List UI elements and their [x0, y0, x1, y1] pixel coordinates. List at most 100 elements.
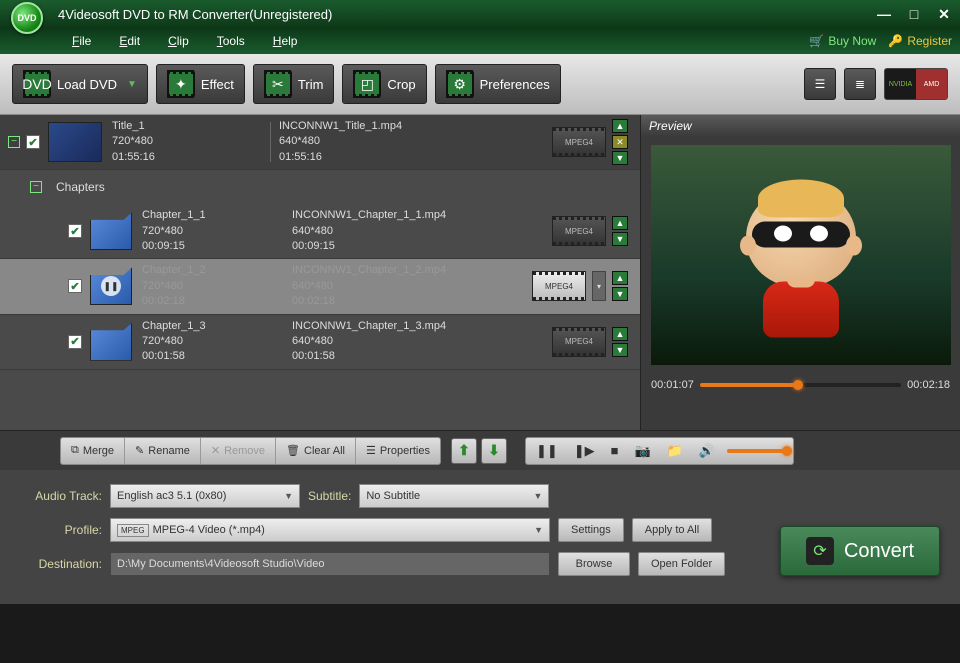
- app-logo: DVD: [8, 0, 46, 28]
- title-info: Title_1 720*480 01:55:16: [112, 119, 262, 165]
- collapse-title-button[interactable]: −: [8, 136, 20, 148]
- refresh-icon: ⟳: [806, 537, 834, 565]
- codec-dropdown[interactable]: ▾: [592, 271, 606, 301]
- merge-button[interactable]: ⧉Merge: [61, 438, 125, 464]
- move-up-button[interactable]: ⬆: [451, 438, 477, 464]
- destination-label: Destination:: [14, 557, 102, 571]
- codec-badge[interactable]: MPEG4: [552, 327, 606, 357]
- content-area: − ✔ Title_1 720*480 01:55:16 INCONNW1_Ti…: [0, 115, 960, 430]
- amd-badge: AMD: [916, 69, 947, 99]
- pause-button[interactable]: ❚❚: [532, 443, 562, 459]
- player-controls: ❚❚ ❚▶ ■ 📷 📁 🔊: [525, 437, 794, 465]
- menu-clip[interactable]: Clip: [154, 30, 203, 52]
- view-detail-button[interactable]: ≣: [844, 68, 876, 100]
- codec-badge[interactable]: MPEG4: [552, 127, 606, 157]
- view-list-button[interactable]: ☰: [804, 68, 836, 100]
- buy-now-link[interactable]: 🛒 Buy Now: [809, 34, 876, 48]
- clear-all-button[interactable]: 🗑Clear All: [276, 438, 356, 464]
- rename-button[interactable]: ✎Rename: [125, 438, 201, 464]
- collapse-chapters-button[interactable]: −: [30, 181, 42, 193]
- chapter-checkbox[interactable]: ✔: [68, 335, 82, 349]
- chapter-thumbnail: [90, 212, 132, 250]
- convert-button[interactable]: ⟳ Convert: [780, 526, 940, 576]
- row-delete-button[interactable]: ✕: [612, 135, 628, 149]
- seek-slider[interactable]: [700, 383, 901, 387]
- preview-panel: Preview 00:01:07 00:02:18: [640, 115, 960, 430]
- profile-label: Profile:: [14, 523, 102, 537]
- minimize-button[interactable]: —: [876, 6, 892, 22]
- merge-icon: ⧉: [71, 444, 79, 457]
- dvd-icon: DVD: [23, 70, 51, 98]
- audio-track-label: Audio Track:: [14, 489, 102, 503]
- pencil-icon: ✎: [135, 444, 144, 457]
- codec-badge[interactable]: MPEG4: [532, 271, 586, 301]
- subtitle-select[interactable]: No Subtitle▼: [359, 484, 549, 508]
- row-up-button[interactable]: ▲: [612, 271, 628, 285]
- menu-help[interactable]: Help: [259, 30, 312, 52]
- cart-icon: 🛒: [809, 34, 824, 48]
- window-title: 4Videosoft DVD to RM Converter(Unregiste…: [58, 7, 876, 22]
- chevron-down-icon: ▼: [533, 491, 542, 501]
- profile-select[interactable]: MPEG MPEG-4 Video (*.mp4)▼: [110, 518, 550, 542]
- volume-slider[interactable]: [727, 449, 787, 453]
- row-down-button[interactable]: ▼: [612, 287, 628, 301]
- row-up-button[interactable]: ▲: [612, 327, 628, 341]
- snapshot-button[interactable]: 📷: [631, 443, 655, 459]
- effect-icon: ✦: [167, 70, 195, 98]
- codec-badge[interactable]: MPEG4: [552, 216, 606, 246]
- menu-file[interactable]: File: [58, 30, 105, 52]
- chapter-row[interactable]: ✔ Chapter_1_1 720*480 00:09:15 INCONNW1_…: [0, 204, 640, 259]
- list-icon: ☰: [815, 77, 826, 91]
- maximize-button[interactable]: □: [906, 6, 922, 22]
- title-checkbox[interactable]: ✔: [26, 135, 40, 149]
- title-row[interactable]: − ✔ Title_1 720*480 01:55:16 INCONNW1_Ti…: [0, 115, 640, 170]
- toolbar: DVD Load DVD ▼ ✦ Effect ✂ Trim ◰ Crop ⚙ …: [0, 54, 960, 115]
- close-button[interactable]: ✕: [936, 6, 952, 22]
- nvidia-badge: NVIDIA: [885, 69, 916, 99]
- effect-button[interactable]: ✦ Effect: [156, 64, 245, 104]
- preferences-button[interactable]: ⚙ Preferences: [435, 64, 561, 104]
- chapter-checkbox[interactable]: ✔: [68, 279, 82, 293]
- load-dvd-button[interactable]: DVD Load DVD ▼: [12, 64, 148, 104]
- trim-button[interactable]: ✂ Trim: [253, 64, 335, 104]
- chapter-row[interactable]: ✔ ❚❚ Chapter_1_2 720*480 00:02:18 INCONN…: [0, 259, 640, 314]
- row-down-button[interactable]: ▼: [612, 151, 628, 165]
- row-down-button[interactable]: ▼: [612, 232, 628, 246]
- row-up-button[interactable]: ▲: [612, 216, 628, 230]
- title-bar: DVD 4Videosoft DVD to RM Converter(Unreg…: [0, 0, 960, 28]
- chapter-row[interactable]: ✔ Chapter_1_3 720*480 00:01:58 INCONNW1_…: [0, 315, 640, 370]
- open-snapshot-folder-button[interactable]: 📁: [663, 443, 687, 459]
- menu-edit[interactable]: Edit: [105, 30, 154, 52]
- stop-button[interactable]: ■: [607, 443, 623, 458]
- menu-bar: File Edit Clip Tools Help 🛒 Buy Now 🔑 Re…: [0, 28, 960, 54]
- crop-icon: ◰: [353, 70, 381, 98]
- audio-track-select[interactable]: English ac3 5.1 (0x80)▼: [110, 484, 300, 508]
- register-link[interactable]: 🔑 Register: [888, 34, 952, 48]
- chapter-output-info: INCONNW1_Chapter_1_3.mp4 640*480 00:01:5…: [292, 319, 472, 365]
- volume-button[interactable]: 🔊: [695, 443, 719, 459]
- move-down-button[interactable]: ⬇: [481, 438, 507, 464]
- settings-button[interactable]: Settings: [558, 518, 624, 542]
- settings-panel: Audio Track: English ac3 5.1 (0x80)▼ Sub…: [0, 470, 960, 604]
- row-up-button[interactable]: ▲: [612, 119, 628, 133]
- remove-button[interactable]: ✕Remove: [201, 438, 276, 464]
- crop-button[interactable]: ◰ Crop: [342, 64, 426, 104]
- apply-to-all-button[interactable]: Apply to All: [632, 518, 712, 542]
- preview-video[interactable]: [651, 145, 951, 365]
- properties-button[interactable]: ☰Properties: [356, 438, 440, 464]
- chapter-checkbox[interactable]: ✔: [68, 224, 82, 238]
- dvd-disc-icon: DVD: [11, 2, 43, 34]
- row-down-button[interactable]: ▼: [612, 343, 628, 357]
- chapters-header: − Chapters: [0, 170, 640, 204]
- separator: [270, 122, 271, 162]
- step-button[interactable]: ❚▶: [570, 443, 599, 459]
- mpeg-icon: MPEG: [117, 524, 149, 537]
- action-bar: ⧉Merge ✎Rename ✕Remove 🗑Clear All ☰Prope…: [0, 430, 960, 470]
- browse-button[interactable]: Browse: [558, 552, 630, 576]
- key-icon: 🔑: [888, 34, 903, 48]
- menu-tools[interactable]: Tools: [203, 30, 259, 52]
- speaker-icon: 🔊: [699, 443, 715, 458]
- destination-input[interactable]: [110, 552, 550, 576]
- open-folder-button[interactable]: Open Folder: [638, 552, 725, 576]
- chapter-output-info: INCONNW1_Chapter_1_2.mp4 640*480 00:02:1…: [292, 263, 472, 309]
